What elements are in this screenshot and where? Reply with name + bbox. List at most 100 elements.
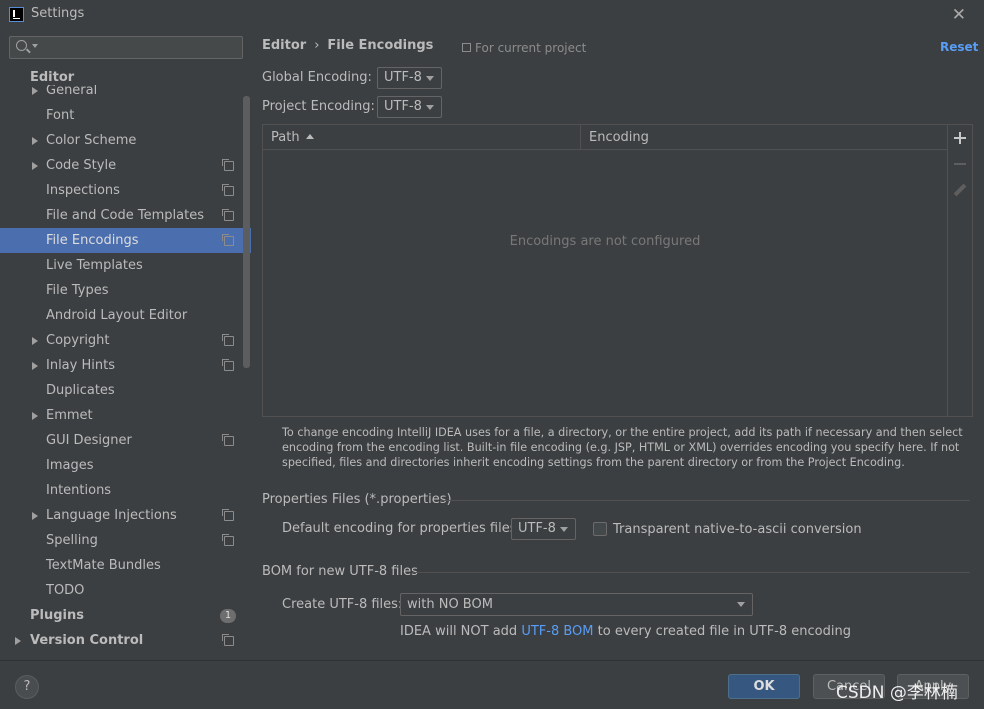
search-input[interactable] <box>9 36 243 59</box>
bom-note: IDEA will NOT add UTF-8 BOM to every cre… <box>400 624 851 639</box>
sidebar-item-label: Images <box>46 458 94 473</box>
project-encoding-label: Project Encoding: <box>262 99 375 114</box>
project-scope-icon <box>222 534 234 546</box>
sidebar-item-version-control[interactable]: Version Control <box>0 628 251 653</box>
project-scope-icon <box>222 209 234 221</box>
sidebar-item-images[interactable]: Images <box>0 453 251 478</box>
column-header-path[interactable]: Path <box>271 125 314 150</box>
intellij-app-icon <box>9 7 24 22</box>
transparent-conversion-label[interactable]: Transparent native-to-ascii conversion <box>613 522 862 537</box>
column-header-encoding[interactable]: Encoding <box>589 125 649 150</box>
global-encoding-label: Global Encoding: <box>262 70 372 85</box>
properties-encoding-select[interactable]: UTF-8 <box>511 518 576 540</box>
settings-sidebar: Editor General Font Color Scheme Code Style… <box>0 30 251 660</box>
sidebar-item-copyright[interactable]: Copyright <box>0 328 251 353</box>
path-encoding-table: Path Encoding Encodings are not configur… <box>262 124 973 417</box>
sidebar-item-label: Version Control <box>30 633 144 648</box>
bom-note-prefix: IDEA will NOT add <box>400 624 522 639</box>
sidebar-item-label: File Encodings <box>46 233 139 248</box>
sidebar-item-file-and-code-templates[interactable]: File and Code Templates <box>0 203 251 228</box>
bom-group-title: BOM for new UTF-8 files <box>262 564 418 579</box>
sidebar-item-plugins[interactable]: Plugins 1 <box>0 603 251 628</box>
plugins-update-badge: 1 <box>220 609 236 623</box>
chevron-right-icon[interactable] <box>32 512 38 520</box>
sort-ascending-icon <box>305 134 314 139</box>
chevron-right-icon[interactable] <box>32 162 38 170</box>
sidebar-item-file-types[interactable]: File Types <box>0 278 251 303</box>
sidebar-item-label: Plugins <box>30 608 84 623</box>
breadcrumb-current: File Encodings <box>327 38 434 53</box>
breadcrumb-separator: › <box>314 38 320 53</box>
sidebar-item-android-layout-editor[interactable]: Android Layout Editor <box>0 303 251 328</box>
properties-group-title: Properties Files (*.properties) <box>262 492 452 507</box>
project-scope-icon <box>222 359 234 371</box>
title-bar: Settings ✕ <box>0 0 984 30</box>
table-empty-text: Encodings are not configured <box>509 234 701 249</box>
sidebar-item-todo[interactable]: TODO <box>0 578 251 603</box>
sidebar-item-inlay-hints[interactable]: Inlay Hints <box>0 353 251 378</box>
bom-select[interactable]: with NO BOM <box>400 593 753 616</box>
tree-section-editor[interactable]: Editor <box>30 70 240 85</box>
project-encoding-select[interactable]: UTF-8 <box>377 96 442 118</box>
watermark: CSDN @李林楠 <box>836 683 958 703</box>
project-scope-icon <box>222 634 234 646</box>
sidebar-scrollbar[interactable] <box>243 96 250 368</box>
sidebar-item-label: Android Layout Editor <box>46 308 188 323</box>
sidebar-item-file-encodings[interactable]: File Encodings <box>0 228 251 253</box>
chevron-right-icon[interactable] <box>32 87 38 95</box>
project-scope-icon <box>462 43 471 52</box>
sidebar-item-label: Inlay Hints <box>46 358 115 373</box>
bom-note-suffix: to every created file in UTF-8 encoding <box>593 624 851 639</box>
sidebar-item-inspections[interactable]: Inspections <box>0 178 251 203</box>
transparent-conversion-checkbox[interactable] <box>593 522 607 536</box>
column-divider[interactable] <box>580 125 581 150</box>
sidebar-item-label: Copyright <box>46 333 110 348</box>
add-icon[interactable] <box>952 130 968 146</box>
table-header: Path Encoding <box>263 125 947 150</box>
breadcrumb-parent[interactable]: Editor <box>262 38 306 53</box>
chevron-right-icon[interactable] <box>32 337 38 345</box>
scope-note: For current project <box>462 41 586 55</box>
ok-button[interactable]: OK <box>728 674 800 699</box>
chevron-right-icon[interactable] <box>32 137 38 145</box>
sidebar-item-label: Spelling <box>46 533 98 548</box>
sidebar-item-label: File Types <box>46 283 109 298</box>
sidebar-item-label: Live Templates <box>46 258 143 273</box>
sidebar-item-emmet[interactable]: Emmet <box>0 403 251 428</box>
sidebar-item-label: Duplicates <box>46 383 115 398</box>
global-encoding-select[interactable]: UTF-8 <box>377 67 442 89</box>
close-icon[interactable]: ✕ <box>952 5 966 25</box>
chevron-right-icon[interactable] <box>32 412 38 420</box>
sidebar-item-duplicates[interactable]: Duplicates <box>0 378 251 403</box>
sidebar-item-label: File and Code Templates <box>46 208 204 223</box>
group-divider <box>440 500 970 501</box>
sidebar-item-textmate-bundles[interactable]: TextMate Bundles <box>0 553 251 578</box>
chevron-right-icon[interactable] <box>32 362 38 370</box>
sidebar-item-label: Inspections <box>46 183 120 198</box>
project-scope-icon <box>222 509 234 521</box>
sidebar-item-code-style[interactable]: Code Style <box>0 153 251 178</box>
chevron-right-icon[interactable] <box>15 637 21 645</box>
sidebar-item-gui-designer[interactable]: GUI Designer <box>0 428 251 453</box>
utf8-bom-link[interactable]: UTF-8 BOM <box>521 624 593 639</box>
help-button[interactable]: ? <box>15 675 39 699</box>
project-scope-icon <box>222 234 234 246</box>
tree-list: General Font Color Scheme Code Style Inspect… <box>0 78 251 653</box>
chevron-down-icon[interactable] <box>32 44 38 48</box>
edit-icon[interactable] <box>952 182 968 198</box>
window-title: Settings <box>31 6 85 21</box>
sidebar-item-label: Emmet <box>46 408 93 423</box>
sidebar-item-label: Font <box>46 108 75 123</box>
sidebar-item-intentions[interactable]: Intentions <box>0 478 251 503</box>
sidebar-item-color-scheme[interactable]: Color Scheme <box>0 128 251 153</box>
remove-icon[interactable] <box>952 156 968 172</box>
properties-default-label: Default encoding for properties files: <box>282 521 521 536</box>
sidebar-item-label: Language Injections <box>46 508 177 523</box>
sidebar-item-live-templates[interactable]: Live Templates <box>0 253 251 278</box>
sidebar-item-label: Code Style <box>46 158 117 173</box>
sidebar-item-font[interactable]: Font <box>0 103 251 128</box>
reset-link[interactable]: Reset <box>940 40 978 54</box>
scope-note-text: For current project <box>475 41 587 55</box>
sidebar-item-language-injections[interactable]: Language Injections <box>0 503 251 528</box>
sidebar-item-spelling[interactable]: Spelling <box>0 528 251 553</box>
